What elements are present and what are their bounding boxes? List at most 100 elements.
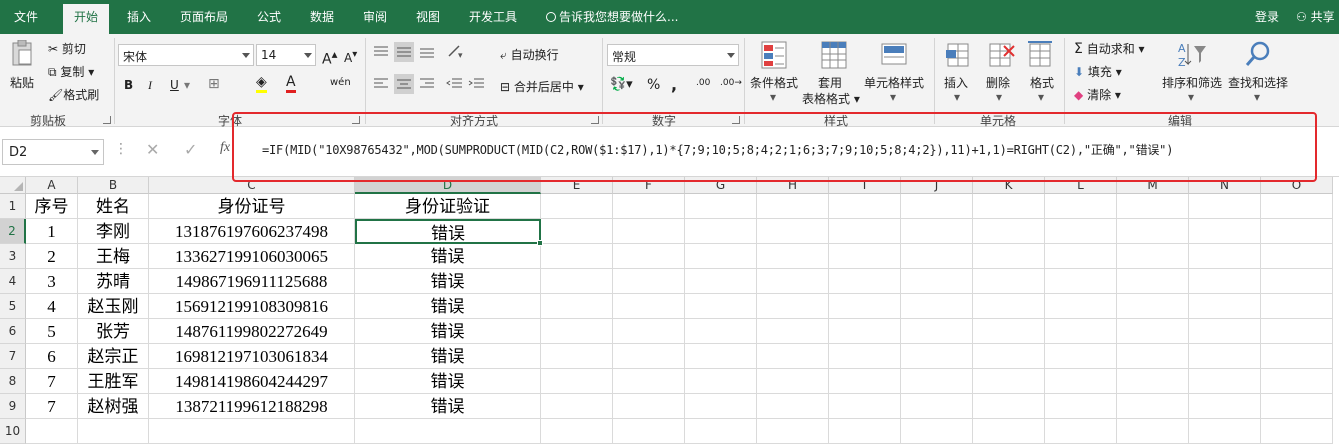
cell-b4[interactable]: 苏晴 bbox=[78, 269, 149, 294]
tab-data[interactable]: 数据 bbox=[310, 8, 334, 25]
percent-button[interactable]: % bbox=[647, 77, 660, 93]
cell-o5[interactable] bbox=[1261, 294, 1333, 319]
cell-n3[interactable] bbox=[1189, 244, 1261, 269]
cell-j3[interactable] bbox=[901, 244, 973, 269]
cell-m10[interactable] bbox=[1117, 419, 1189, 444]
cell-o4[interactable] bbox=[1261, 269, 1333, 294]
cell-g2[interactable] bbox=[685, 219, 757, 244]
cell-f8[interactable] bbox=[613, 369, 685, 394]
paste-button[interactable]: 粘贴 bbox=[10, 74, 34, 91]
cell-n9[interactable] bbox=[1189, 394, 1261, 419]
row-header-5[interactable]: 5 bbox=[0, 294, 26, 319]
cell-c10[interactable] bbox=[149, 419, 355, 444]
cell-e4[interactable] bbox=[541, 269, 613, 294]
increase-indent-icon[interactable] bbox=[468, 76, 486, 95]
conditional-format-icon[interactable] bbox=[760, 40, 788, 73]
cell-f2[interactable] bbox=[613, 219, 685, 244]
cell-h3[interactable] bbox=[757, 244, 829, 269]
cell-j1[interactable] bbox=[901, 194, 973, 219]
font-size-select[interactable]: 14 bbox=[256, 44, 316, 66]
cell-h10[interactable] bbox=[757, 419, 829, 444]
cell-i5[interactable] bbox=[829, 294, 901, 319]
cell-a8[interactable]: 7 bbox=[26, 369, 78, 394]
cell-h2[interactable] bbox=[757, 219, 829, 244]
cell-f1[interactable] bbox=[613, 194, 685, 219]
cell-i9[interactable] bbox=[829, 394, 901, 419]
select-all-button[interactable] bbox=[0, 177, 26, 194]
align-center-icon[interactable] bbox=[394, 74, 414, 94]
cell-n7[interactable] bbox=[1189, 344, 1261, 369]
cell-g5[interactable] bbox=[685, 294, 757, 319]
fill-button[interactable]: ⬇ 填充 ▾ bbox=[1074, 63, 1122, 80]
cell-i10[interactable] bbox=[829, 419, 901, 444]
cell-g3[interactable] bbox=[685, 244, 757, 269]
cell-a10[interactable] bbox=[26, 419, 78, 444]
cell-j5[interactable] bbox=[901, 294, 973, 319]
cell-l9[interactable] bbox=[1045, 394, 1117, 419]
column-header-f[interactable]: F bbox=[613, 177, 685, 194]
cell-e9[interactable] bbox=[541, 394, 613, 419]
orientation-icon[interactable]: ▾ bbox=[446, 42, 468, 63]
cell-k6[interactable] bbox=[973, 319, 1045, 344]
cell-m9[interactable] bbox=[1117, 394, 1189, 419]
share-button[interactable]: ⚇ 共享 bbox=[1296, 8, 1335, 25]
cell-h5[interactable] bbox=[757, 294, 829, 319]
cell-g8[interactable] bbox=[685, 369, 757, 394]
cell-j2[interactable] bbox=[901, 219, 973, 244]
border-icon[interactable]: ⊞ bbox=[208, 76, 220, 92]
cell-n10[interactable] bbox=[1189, 419, 1261, 444]
font-launcher[interactable] bbox=[352, 116, 360, 124]
name-box[interactable]: D2 bbox=[2, 139, 104, 165]
cell-f7[interactable] bbox=[613, 344, 685, 369]
cell-l2[interactable] bbox=[1045, 219, 1117, 244]
tab-developer[interactable]: 开发工具 bbox=[469, 8, 517, 25]
cell-i4[interactable] bbox=[829, 269, 901, 294]
cell-l5[interactable] bbox=[1045, 294, 1117, 319]
find-select-button[interactable]: 查找和选择 bbox=[1228, 74, 1288, 91]
cell-l6[interactable] bbox=[1045, 319, 1117, 344]
cell-g1[interactable] bbox=[685, 194, 757, 219]
row-header-7[interactable]: 7 bbox=[0, 344, 26, 369]
align-bottom-icon[interactable] bbox=[418, 44, 436, 63]
paste-icon[interactable] bbox=[10, 39, 34, 68]
cell-d4[interactable]: 错误 bbox=[355, 269, 541, 294]
cell-b7[interactable]: 赵宗正 bbox=[78, 344, 149, 369]
decrease-decimal-icon[interactable]: .00→ bbox=[720, 78, 742, 88]
cell-d8[interactable]: 错误 bbox=[355, 369, 541, 394]
cell-a4[interactable]: 3 bbox=[26, 269, 78, 294]
column-header-e[interactable]: E bbox=[541, 177, 613, 194]
cell-b2[interactable]: 李刚 bbox=[78, 219, 149, 244]
tab-review[interactable]: 审阅 bbox=[363, 8, 387, 25]
cell-a9[interactable]: 7 bbox=[26, 394, 78, 419]
cell-o3[interactable] bbox=[1261, 244, 1333, 269]
cell-styles-icon[interactable] bbox=[880, 40, 908, 73]
cell-k7[interactable] bbox=[973, 344, 1045, 369]
column-header-o[interactable]: O bbox=[1261, 177, 1333, 194]
delete-cells-icon[interactable] bbox=[986, 40, 1016, 73]
cell-l10[interactable] bbox=[1045, 419, 1117, 444]
cell-c8[interactable]: 149814198604244297 bbox=[149, 369, 355, 394]
cell-n1[interactable] bbox=[1189, 194, 1261, 219]
cell-e7[interactable] bbox=[541, 344, 613, 369]
cell-b1[interactable]: 姓名 bbox=[78, 194, 149, 219]
format-as-table-label1[interactable]: 套用 bbox=[818, 74, 842, 91]
cell-g9[interactable] bbox=[685, 394, 757, 419]
column-header-m[interactable]: M bbox=[1117, 177, 1189, 194]
cell-h9[interactable] bbox=[757, 394, 829, 419]
cell-o10[interactable] bbox=[1261, 419, 1333, 444]
cell-b6[interactable]: 张芳 bbox=[78, 319, 149, 344]
align-right-icon[interactable] bbox=[418, 76, 436, 95]
cell-o2[interactable] bbox=[1261, 219, 1333, 244]
currency-icon[interactable]: 💱▾ bbox=[610, 77, 633, 92]
row-header-9[interactable]: 9 bbox=[0, 394, 26, 419]
tab-insert[interactable]: 插入 bbox=[127, 8, 151, 25]
cut-button[interactable]: ✂ 剪切 bbox=[48, 40, 86, 57]
cell-l3[interactable] bbox=[1045, 244, 1117, 269]
underline-button[interactable]: U bbox=[170, 78, 179, 92]
cell-m8[interactable] bbox=[1117, 369, 1189, 394]
sort-filter-icon[interactable]: AZ bbox=[1176, 40, 1208, 73]
formula-input[interactable]: =IF(MID("10X98765432",MOD(SUMPRODUCT(MID… bbox=[262, 141, 1173, 158]
increase-font-button[interactable]: A▴ bbox=[322, 47, 337, 68]
cell-m4[interactable] bbox=[1117, 269, 1189, 294]
italic-button[interactable]: I bbox=[148, 78, 152, 93]
